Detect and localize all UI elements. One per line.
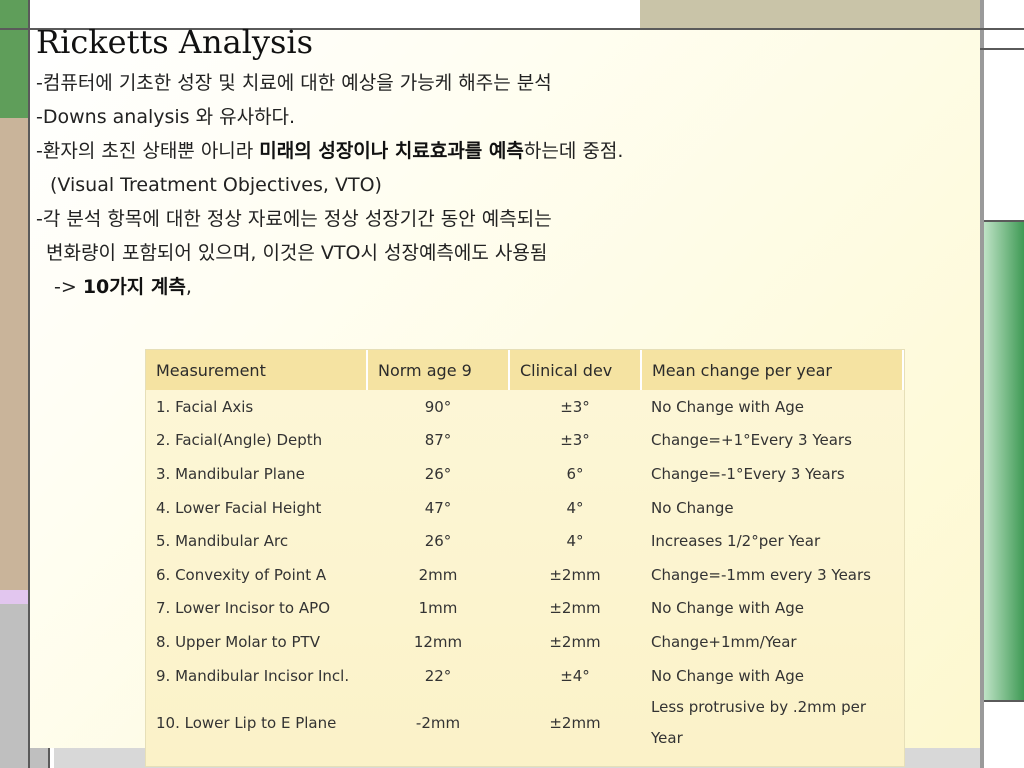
cell-measurement: 2. Facial(Angle) Depth	[156, 431, 323, 450]
frame-block-gray-right	[980, 0, 984, 768]
bullet-line-3-end: 하는데 중점.	[523, 140, 624, 162]
table-row: 3. Mandibular Plane 26° 6° Change=-1°Every …	[146, 457, 903, 491]
cell-measurement: 9. Mandibular Incisor Incl.	[156, 666, 350, 685]
bullet-line-4: -각 분석 항목에 대한 정상 자료에는 정상 성장기간 동안 예측되는	[36, 208, 552, 230]
cell-norm: 47°	[424, 498, 452, 517]
table-row: 10. Lower Lip to E Plane -2mm ±2mm Less pro…	[146, 692, 903, 754]
cell-norm: 1mm	[418, 599, 458, 618]
table-row: 2. Facial(Angle) Depth 87° ±3° Change=+1°Ev…	[146, 424, 903, 458]
cell-clinical-dev: ±2mm	[549, 714, 601, 733]
table-row: 5. Mandibular Arc 26° 4° Increases 1/2°per …	[146, 524, 903, 558]
cell-clinical-dev: 4°	[566, 532, 584, 551]
bullet-line-3-start: -환자의 초진 상태뿐 아니라	[36, 140, 260, 162]
cell-norm: 2mm	[418, 565, 458, 584]
cell-norm: 26°	[424, 464, 452, 483]
arrow-prefix: ->	[54, 276, 83, 298]
header-measurement: Measurement	[146, 350, 368, 390]
cell-measurement: 5. Mandibular Arc	[156, 532, 289, 551]
frame-block-tan-left	[0, 118, 28, 590]
cell-clinical-dev: ±2mm	[549, 565, 601, 584]
table-row: 6. Convexity of Point A 2mm ±2mm Change=-1m…	[146, 558, 903, 592]
bullet-line-2: -Downs analysis 와 유사하다.	[36, 106, 296, 128]
cell-clinical-dev: 6°	[566, 464, 584, 483]
cell-measurement: 4. Lower Facial Height	[156, 498, 322, 517]
cell-clinical-dev: 4°	[566, 498, 584, 517]
cell-measurement: 7. Lower Incisor to APO	[156, 599, 330, 618]
header-norm-age: Norm age 9	[367, 350, 510, 390]
cell-mean-change: Less protrusive by .2mm per Year	[651, 698, 867, 748]
cell-mean-change: Change=+1°Every 3 Years	[651, 431, 852, 450]
frame-block-green-top	[0, 0, 28, 118]
cell-mean-change: No Change	[651, 498, 734, 517]
frame-line	[984, 700, 1024, 702]
cell-norm: 87°	[424, 431, 452, 450]
bullet-line-1: -컴퓨터에 기초한 성장 및 치료에 대한 예상을 가능케 해주는 분석	[36, 72, 552, 94]
cell-clinical-dev: ±3°	[560, 397, 590, 416]
table-row: 9. Mandibular Incisor Incl. 22° ±4° No Chan…	[146, 659, 903, 693]
cell-clinical-dev: ±2mm	[549, 599, 601, 618]
cell-measurement: 8. Upper Molar to PTV	[156, 632, 320, 651]
table-row: 8. Upper Molar to PTV 12mm ±2mm Change+1mm/…	[146, 625, 903, 659]
header-mean-change: Mean change per year	[641, 350, 904, 390]
cell-norm: 90°	[424, 397, 452, 416]
cell-norm: 26°	[424, 532, 452, 551]
table-row: 1. Facial Axis 90° ±3° No Change with Age	[146, 390, 903, 424]
table-row: 4. Lower Facial Height 47° 4° No Change	[146, 491, 903, 525]
bullet-line-3: -환자의 초진 상태뿐 아니라 미래의 성장이나 치료효과를 예측하는데 중점.	[36, 134, 936, 168]
frame-line	[984, 220, 1024, 222]
cell-norm: 22°	[424, 666, 452, 685]
cell-mean-change: Change=-1°Every 3 Years	[651, 464, 845, 483]
arrow-suffix: ,	[185, 276, 192, 298]
cell-norm: -2mm	[415, 714, 461, 733]
cell-mean-change: No Change with Age	[651, 599, 804, 618]
cell-mean-change: No Change with Age	[651, 666, 804, 685]
table-header-row: Measurement Norm age 9 Clinical dev Mean…	[146, 350, 904, 390]
slide-title: Ricketts Analysis	[36, 23, 314, 61]
cell-mean-change: Change=-1mm every 3 Years	[651, 565, 871, 584]
bullet-line-5: -> 10가지 계측,	[36, 270, 936, 304]
ricketts-table: Measurement Norm age 9 Clinical dev Mean…	[146, 350, 904, 754]
cell-measurement: 3. Mandibular Plane	[156, 464, 305, 483]
slide-text: Ricketts Analysis -컴퓨터에 기초한 성장 및 치료에 대한 …	[36, 22, 936, 304]
cell-measurement: 6. Convexity of Point A	[156, 565, 327, 584]
ten-measurements: 10가지 계측	[82, 276, 186, 298]
cell-clinical-dev: ±4°	[560, 666, 590, 685]
cell-clinical-dev: ±2mm	[549, 632, 601, 651]
vto-line: (Visual Treatment Objectives, VTO)	[50, 174, 382, 196]
cell-norm: 12mm	[413, 632, 463, 651]
cell-mean-change: No Change with Age	[651, 397, 804, 416]
header-clinical-dev: Clinical dev	[509, 350, 642, 390]
table-row: 7. Lower Incisor to APO 1mm ±2mm No Change …	[146, 592, 903, 626]
cell-clinical-dev: ±3°	[560, 431, 590, 450]
cell-measurement: 10. Lower Lip to E Plane	[156, 714, 337, 733]
bullet-line-4-cont: 변화량이 포함되어 있으며, 이것은 VTO시 성장예측에도 사용됨	[46, 242, 548, 264]
cell-mean-change: Increases 1/2°per Year	[651, 532, 821, 551]
cell-measurement: 1. Facial Axis	[156, 397, 254, 416]
cell-mean-change: Change+1mm/Year	[651, 632, 797, 651]
frame-block-green-right	[984, 222, 1024, 700]
ricketts-table-image: Measurement Norm age 9 Clinical dev Mean…	[146, 350, 904, 766]
bullet-line-3-emphasis: 미래의 성장이나 치료효과를 예측	[259, 140, 524, 162]
